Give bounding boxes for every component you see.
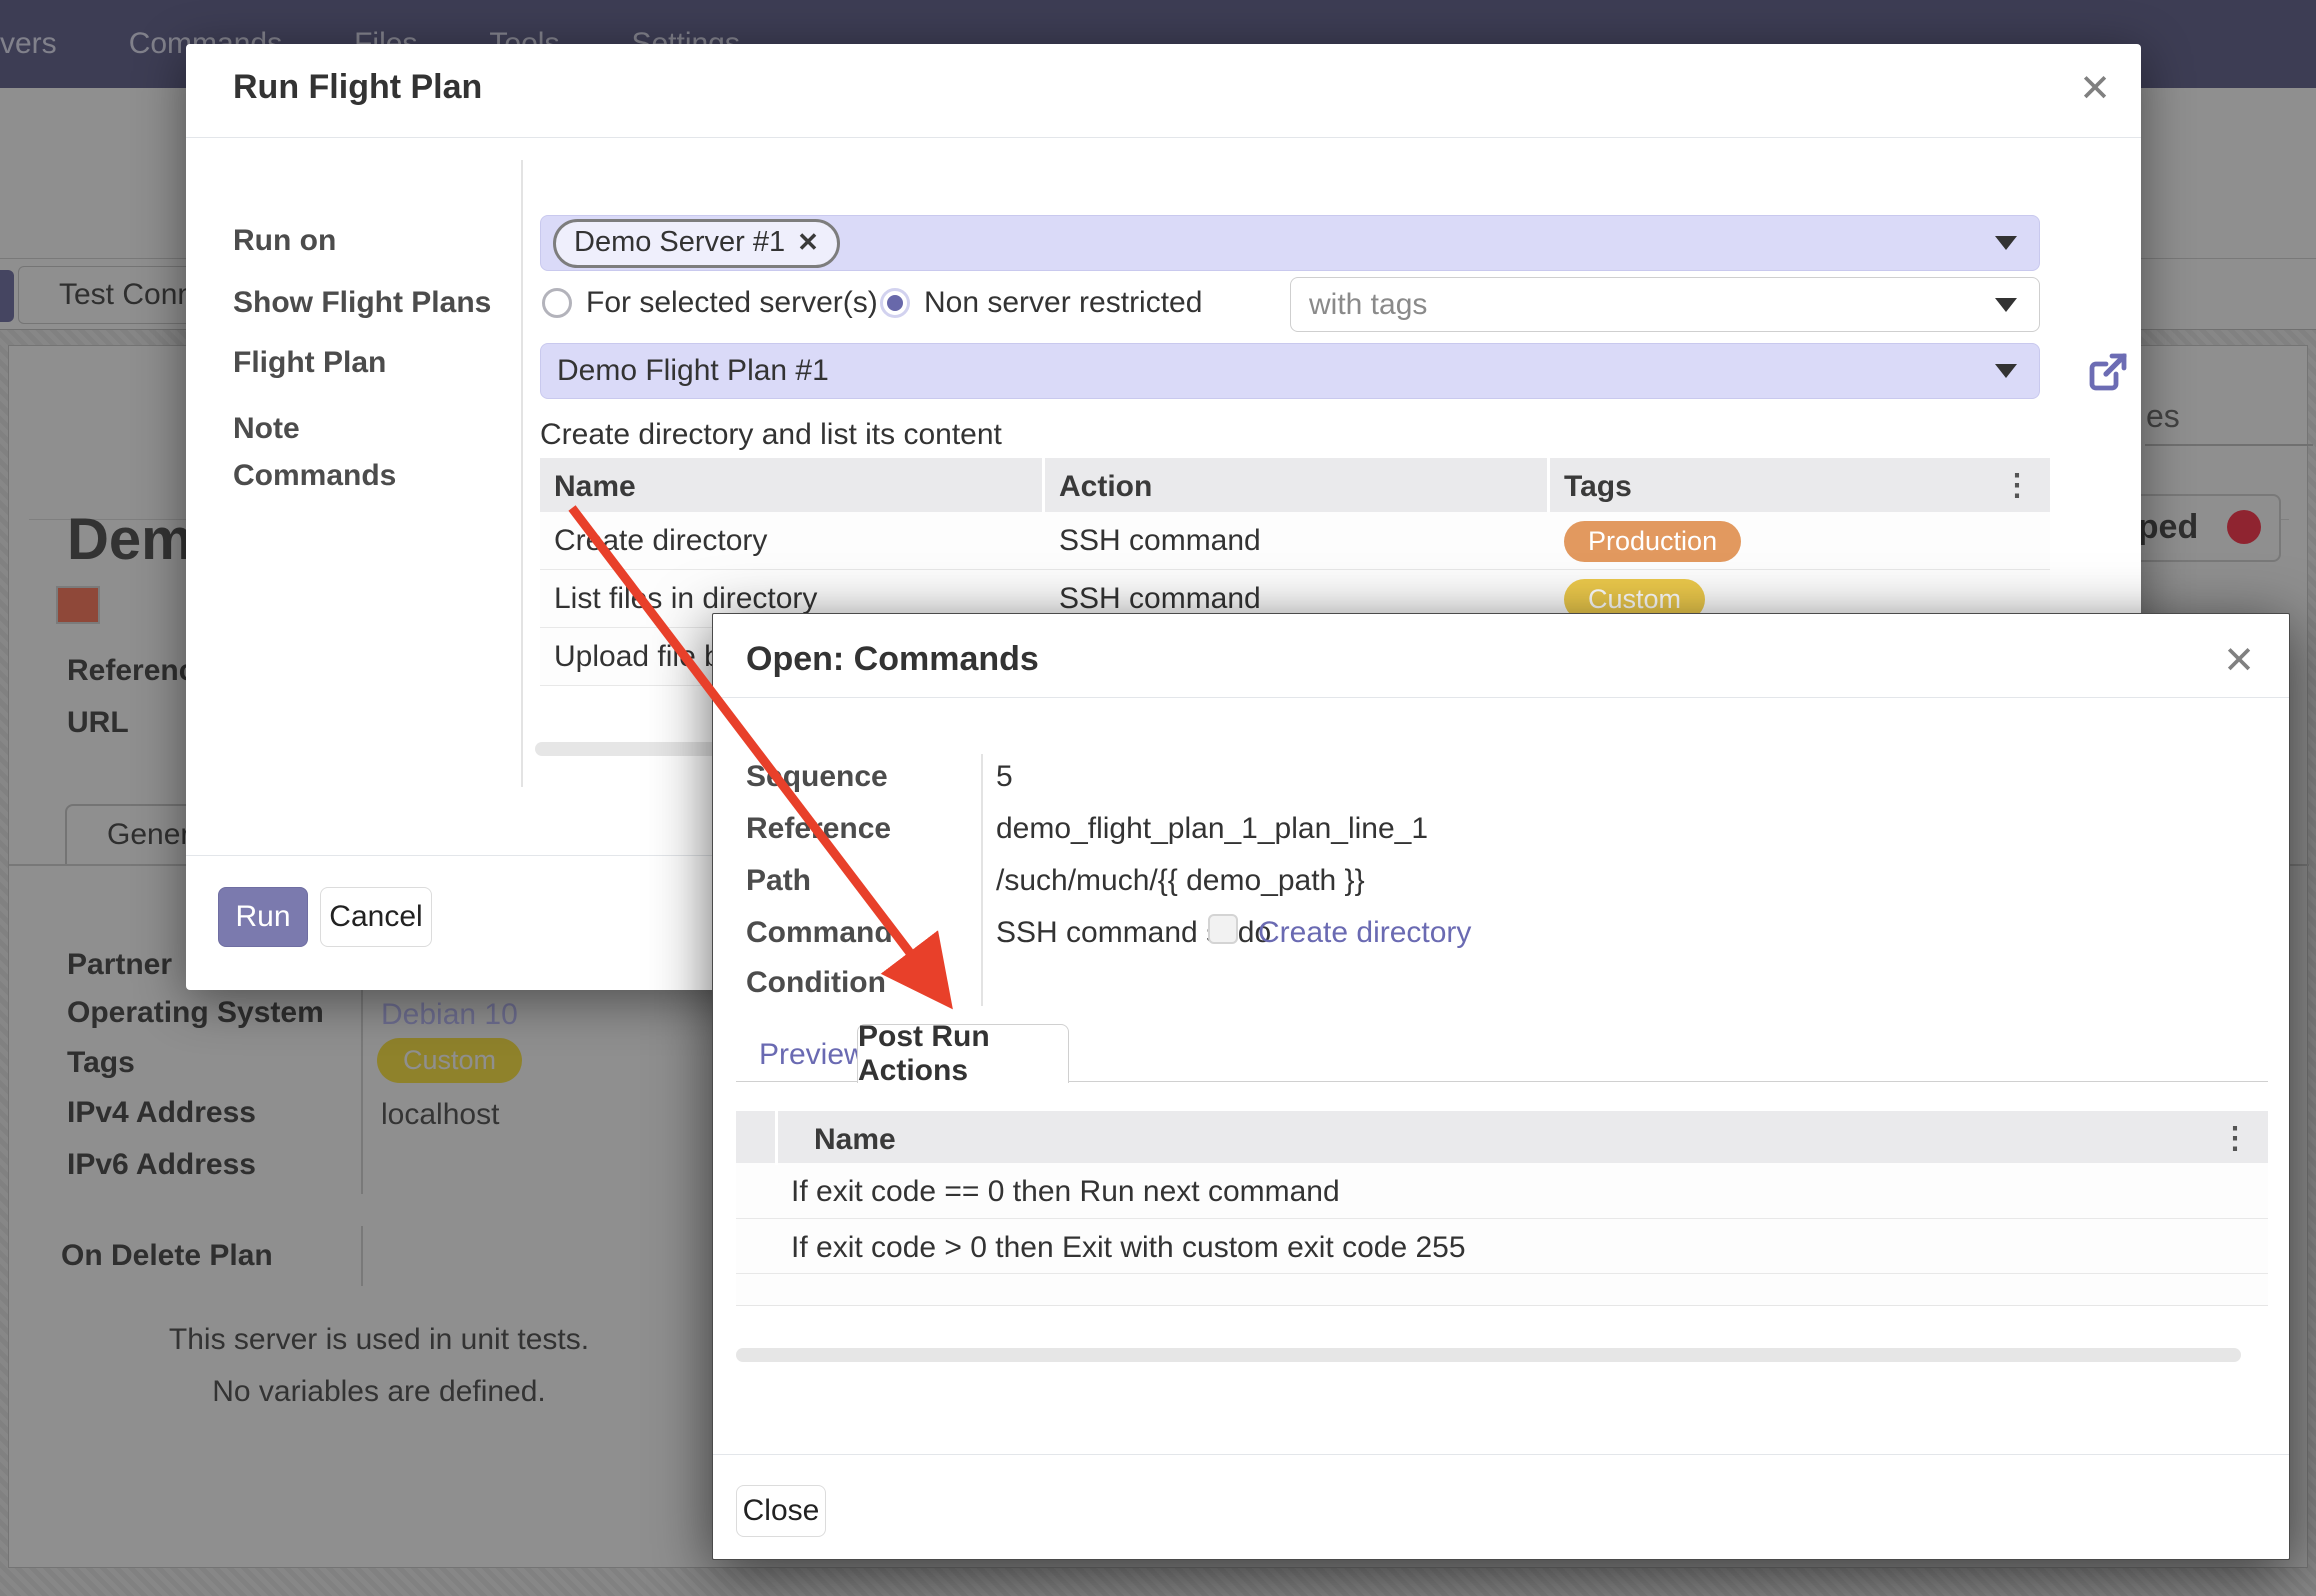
run-modal-header-divider <box>186 137 2141 138</box>
chevron-down-icon <box>1995 364 2017 378</box>
col-header-action[interactable]: Action <box>1045 458 1550 512</box>
post-run-row[interactable]: If exit code > 0 then Exit with custom e… <box>736 1219 2268 1274</box>
server-tag-chip-label: Demo Server #1 <box>574 226 785 259</box>
col-header-name[interactable]: Name <box>778 1111 2268 1165</box>
reference-field-label: Reference <box>746 812 891 846</box>
field-column-divider <box>981 754 983 979</box>
sequence-label: Sequence <box>746 760 888 794</box>
chevron-down-icon <box>1995 298 2017 312</box>
column-options-icon[interactable]: ⋮ <box>2002 468 2032 503</box>
note-label: Note <box>233 412 300 446</box>
commands-modal-footer-divider <box>713 1454 2289 1455</box>
path-label: Path <box>746 864 811 898</box>
run-button[interactable]: Run <box>218 887 308 947</box>
column-options-icon[interactable]: ⋮ <box>2220 1121 2250 1156</box>
post-run-actions-table: Name ⋮ If exit code == 0 then Run next c… <box>736 1111 2268 1306</box>
create-directory-checkbox[interactable] <box>1208 914 1238 944</box>
table-row[interactable]: Create directory SSH command Production <box>540 512 2050 570</box>
show-flight-plans-label: Show Flight Plans <box>233 286 491 320</box>
col-header-name[interactable]: Name <box>540 458 1045 512</box>
handle-column-header <box>736 1111 778 1165</box>
flight-plan-value: Demo Flight Plan #1 <box>557 354 829 388</box>
row-tags: Production <box>1550 512 2050 569</box>
row-action: SSH command <box>1045 512 1550 569</box>
commands-modal-header-divider <box>713 697 2289 698</box>
command-label: Command <box>746 916 893 950</box>
post-run-row-empty <box>736 1274 2268 1306</box>
tag-production: Production <box>1564 521 1741 562</box>
server-tag-chip[interactable]: Demo Server #1 ✕ <box>553 219 840 268</box>
radio-selected-servers[interactable] <box>542 288 572 318</box>
post-run-table-header: Name ⋮ <box>736 1111 2268 1163</box>
remove-tag-icon[interactable]: ✕ <box>797 227 819 258</box>
row-name: Create directory <box>540 512 1045 569</box>
plan-description: Create directory and list its content <box>540 418 1002 452</box>
flight-plan-select[interactable]: Demo Flight Plan #1 <box>540 343 2040 399</box>
tab-preview[interactable]: Preview <box>759 1038 866 1072</box>
condition-divider <box>981 956 983 1006</box>
run-on-label: Run on <box>233 224 336 258</box>
post-run-row-name: If exit code == 0 then Run next command <box>736 1163 2268 1220</box>
screen: vers Commands Files Tools Settings Test … <box>0 0 2316 1596</box>
commands-label: Commands <box>233 459 396 493</box>
radio-non-server-restricted-label: Non server restricted <box>924 286 1202 320</box>
tab-post-run-actions-label: Post Run Actions <box>858 1020 1068 1088</box>
cancel-button[interactable]: Cancel <box>320 887 432 947</box>
flight-plan-label: Flight Plan <box>233 346 386 380</box>
path-value: /such/much/{{ demo_path }} <box>996 864 1365 898</box>
post-run-row[interactable]: If exit code == 0 then Run next command <box>736 1163 2268 1219</box>
horizontal-scrollbar[interactable] <box>736 1348 2241 1362</box>
with-tags-select[interactable]: with tags <box>1290 277 2040 332</box>
radio-selected-servers-label: For selected server(s) <box>586 286 878 320</box>
radio-non-server-restricted[interactable] <box>880 288 910 318</box>
run-on-select[interactable]: Demo Server #1 ✕ <box>540 215 2040 271</box>
run-modal-title: Run Flight Plan <box>233 68 482 107</box>
open-commands-modal: Open: Commands ✕ Sequence 5 Reference de… <box>712 613 2290 1560</box>
commands-modal-close-icon[interactable]: ✕ <box>2223 642 2255 680</box>
tab-post-run-actions[interactable]: Post Run Actions <box>857 1024 1069 1083</box>
commands-table-header: Name Action Tags ⋮ <box>540 458 2050 512</box>
condition-label: Condition <box>746 966 886 1000</box>
sequence-value: 5 <box>996 760 1013 794</box>
run-modal-close-icon[interactable]: ✕ <box>2079 70 2111 108</box>
chevron-down-icon <box>1995 236 2017 250</box>
reference-field-value: demo_flight_plan_1_plan_line_1 <box>996 812 1428 846</box>
col-header-tags[interactable]: Tags <box>1550 458 2050 512</box>
label-column-divider <box>521 160 523 787</box>
create-directory-link[interactable]: Create directory <box>1258 916 1471 950</box>
post-run-row-name: If exit code > 0 then Exit with custom e… <box>736 1219 2268 1276</box>
with-tags-placeholder: with tags <box>1309 288 1427 322</box>
external-link-icon[interactable] <box>2084 348 2132 396</box>
close-button[interactable]: Close <box>736 1485 826 1537</box>
commands-modal-title: Open: Commands <box>746 640 1039 679</box>
